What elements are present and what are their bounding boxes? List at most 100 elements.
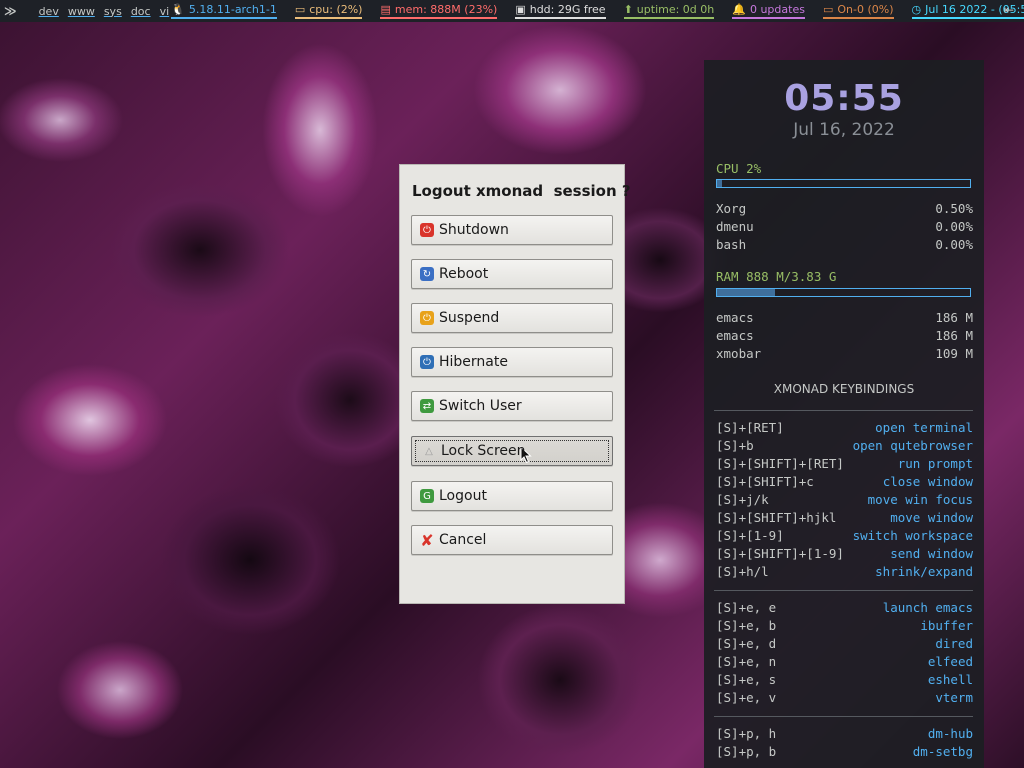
keybinding-row: [S]+e, n elfeed [716,654,973,669]
keybinding-key: [S]+[SHIFT]+c [716,474,814,489]
keybinding-key: [S]+[SHIFT]+hjkl [716,510,837,525]
ram-label: RAM 888 M/3.83 G [716,269,837,284]
keybinding-action: open qutebrowser [852,438,973,453]
xmonad-logo-icon: ≫ [4,4,17,18]
tray-icon[interactable]: ⇤ [998,3,1020,19]
keybinding-row: [S]+e, b ibuffer [716,618,973,633]
updates-segment: 🔔 0 updates [732,3,805,19]
keybindings-title: XMONAD KEYBINDINGS [773,382,915,396]
workspace-dev[interactable]: dev [39,5,59,18]
mem-proc-row: xmobar 109 M [716,346,973,361]
workspace-vi[interactable]: vi [160,5,170,18]
volume-text: On-0 (0%) [837,3,894,16]
button-label: Cancel [439,532,487,548]
clock-icon: ◷ [911,3,922,16]
cpu-icon: ▭ [294,3,306,16]
cpu-proc-row: dmenu 0.00% [716,219,973,234]
keybinding-action: vterm [935,690,973,705]
keybinding-row: [S]+[1-9] switch workspace [716,528,973,543]
proc-name: xmobar [716,346,762,361]
shutdown-button[interactable]: ⏻ Shutdown [411,215,613,245]
workspace-sys[interactable]: sys [104,5,122,18]
keybinding-action: dm-hub [927,726,973,741]
keybinding-action: send window [890,546,973,561]
cancel-button[interactable]: ✘ Cancel [411,525,613,555]
lock-screen-button[interactable]: △ Lock Screen [411,436,613,466]
keybinding-action: dm-setbg [912,744,973,759]
ram-header: RAM 888 M/3.83 G [716,269,973,284]
workspace-doc[interactable]: doc [131,5,151,18]
cpu-header: CPU 2% [716,161,973,176]
hibernate-button[interactable]: ⏻ Hibernate [411,347,613,377]
keybinding-row: [S]+p, h dm-hub [716,726,973,741]
button-label: Lock Screen [441,443,526,459]
switch-user-button[interactable]: ⇄ Switch User [411,391,613,421]
keybinding-key: [S]+e, n [716,654,777,669]
switch-user-icon: ⇄ [420,399,434,413]
cpu-text: cpu: (2%) [309,3,363,16]
keybinding-row: [S]+p, b dm-setbg [716,744,973,759]
keybinding-action: shrink/expand [875,564,973,579]
suspend-icon: ⏻ [420,311,434,325]
keybinding-row: [S]+e, v vterm [716,690,973,705]
keybinding-row: [S]+e, d dired [716,636,973,651]
conky-clock: 05:55 [784,78,904,119]
keybinding-row: [S]+j/k move win focus [716,492,973,507]
proc-value: 0.00% [935,237,973,252]
updates-text: 0 updates [749,3,805,16]
suspend-button[interactable]: ⏻ Suspend [411,303,613,333]
keybinding-row: [S]+[SHIFT]+[RET] run prompt [716,456,973,471]
keybinding-key: [S]+[RET] [716,420,784,435]
proc-name: emacs [716,310,754,325]
button-label: Logout [439,488,487,504]
memory-icon: ▤ [380,3,391,16]
keybinding-row: [S]+[SHIFT]+c close window [716,474,973,489]
keybinding-row: [S]+e, s eshell [716,672,973,687]
cpu-proc-row: bash 0.00% [716,237,973,252]
keybinding-key: [S]+h/l [716,564,769,579]
ram-usage-fill [717,289,776,296]
proc-value: 0.50% [935,201,973,216]
hdd-text: hdd: 29G free [529,3,606,16]
status-bar: ≫ dev www sys doc vi 🐧 5.18.11-arch1-1 ▭… [0,0,1024,22]
keybinding-key: [S]+j/k [716,492,769,507]
keybinding-key: [S]+e, e [716,600,777,615]
keybinding-key: [S]+[1-9] [716,528,784,543]
keybinding-row: [S]+[SHIFT]+[1-9] send window [716,546,973,561]
dialog-title: Logout xmonad session ? [412,182,631,200]
keybinding-action: run prompt [897,456,973,471]
cancel-icon: ✘ [420,530,434,550]
cpu-label: CPU 2% [716,161,762,176]
keybinding-key: [S]+[SHIFT]+[RET] [716,456,844,471]
workspace-www[interactable]: www [68,5,95,18]
hibernate-icon: ⏻ [420,355,434,369]
mem-proc-row: emacs 186 M [716,328,973,343]
keybinding-action: eshell [927,672,973,687]
logout-button[interactable]: G Logout [411,481,613,511]
keybinding-row: [S]+[RET] open terminal [716,420,973,435]
keybinding-action: move win focus [867,492,973,507]
keybinding-key: [S]+b [716,438,754,453]
conky-date: Jul 16, 2022 [793,120,895,140]
keybinding-key: [S]+p, h [716,726,777,741]
reboot-icon: ↻ [420,267,434,281]
proc-value: 109 M [935,346,973,361]
keybinding-action: elfeed [927,654,973,669]
hdd-segment: ▣ hdd: 29G free [515,3,606,19]
proc-value: 186 M [935,310,973,325]
keybinding-action: open terminal [875,420,973,435]
kernel-text: 5.18.11-arch1-1 [188,3,277,16]
reboot-button[interactable]: ↻ Reboot [411,259,613,289]
mem-segment: ▤ mem: 888M (23%) [380,3,498,19]
power-icon: ⏻ [420,223,434,237]
keybinding-action: ibuffer [920,618,973,633]
keybinding-action: dired [935,636,973,651]
proc-name: bash [716,237,747,252]
proc-value: 186 M [935,328,973,343]
uptime-icon: ⬆ [623,3,633,16]
keybinding-key: [S]+e, b [716,618,777,633]
bell-icon: 🔔 [732,3,746,16]
proc-name: dmenu [716,219,754,234]
uptime-text: uptime: 0d 0h [636,3,715,16]
button-label: Switch User [439,398,522,414]
